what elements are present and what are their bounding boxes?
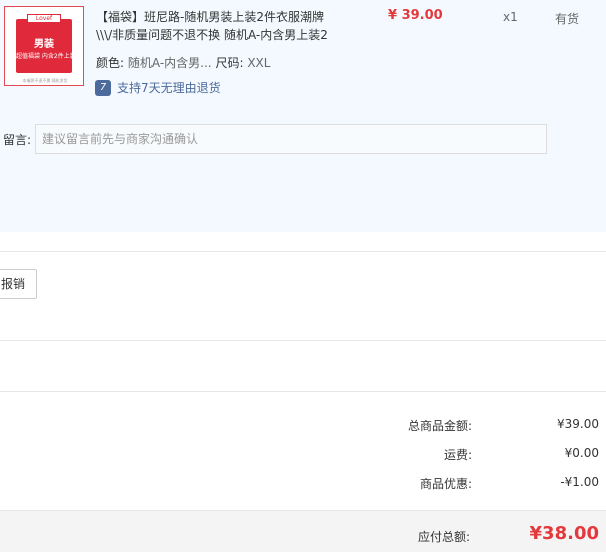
color-label: 颜色: bbox=[96, 56, 125, 70]
item-quantity: x1 bbox=[503, 10, 518, 24]
shipping-value: ¥0.00 bbox=[564, 446, 599, 460]
size-label: 尺码: bbox=[215, 56, 244, 70]
size-value: XXL bbox=[247, 56, 271, 70]
discount-label: 商品优惠: bbox=[419, 477, 472, 491]
product-thumbnail[interactable]: Lovef 男装 超值福袋 内含2件上装 本福袋不退不换 随机发货 bbox=[4, 6, 84, 86]
payable-value: ¥38.00 bbox=[529, 523, 599, 544]
bag-tag: Lovef bbox=[27, 14, 61, 23]
divider bbox=[0, 340, 606, 341]
divider bbox=[0, 251, 606, 252]
goods-total-value: ¥39.00 bbox=[557, 417, 599, 431]
payable-label: 应付总额: bbox=[417, 530, 470, 544]
item-price: ¥ 39.00 bbox=[388, 8, 443, 23]
stock-status: 有货 bbox=[555, 12, 580, 26]
discount-value: -¥1.00 bbox=[560, 475, 599, 489]
return-policy-label: 支持7天无理由退货 bbox=[117, 81, 221, 95]
invoice-button[interactable]: 报销 bbox=[0, 269, 37, 299]
bag-subtitle: 超值福袋 内含2件上装 bbox=[16, 53, 72, 60]
color-value: 随机A-内含男... bbox=[127, 56, 212, 70]
note-label: 留言: bbox=[3, 133, 32, 147]
note-input[interactable] bbox=[35, 124, 547, 154]
divider bbox=[0, 391, 606, 392]
seven-day-return-icon: 7 bbox=[95, 79, 111, 96]
product-title-link[interactable]: 【福袋】班尼路-随机男装上装2件衣服潮牌\\\/非质量问题不退不换 随机A-内含… bbox=[96, 8, 336, 44]
shipping-label: 运费: bbox=[443, 448, 472, 462]
goods-total-label: 总商品金额: bbox=[407, 419, 472, 433]
bag-title: 男装 bbox=[34, 39, 54, 50]
return-policy[interactable]: 7 支持7天无理由退货 bbox=[95, 79, 221, 96]
item-specs: 颜色: 随机A-内含男... 尺码: XXL bbox=[96, 54, 270, 71]
bag-footer: 本福袋不退不换 随机发货 bbox=[22, 78, 68, 83]
